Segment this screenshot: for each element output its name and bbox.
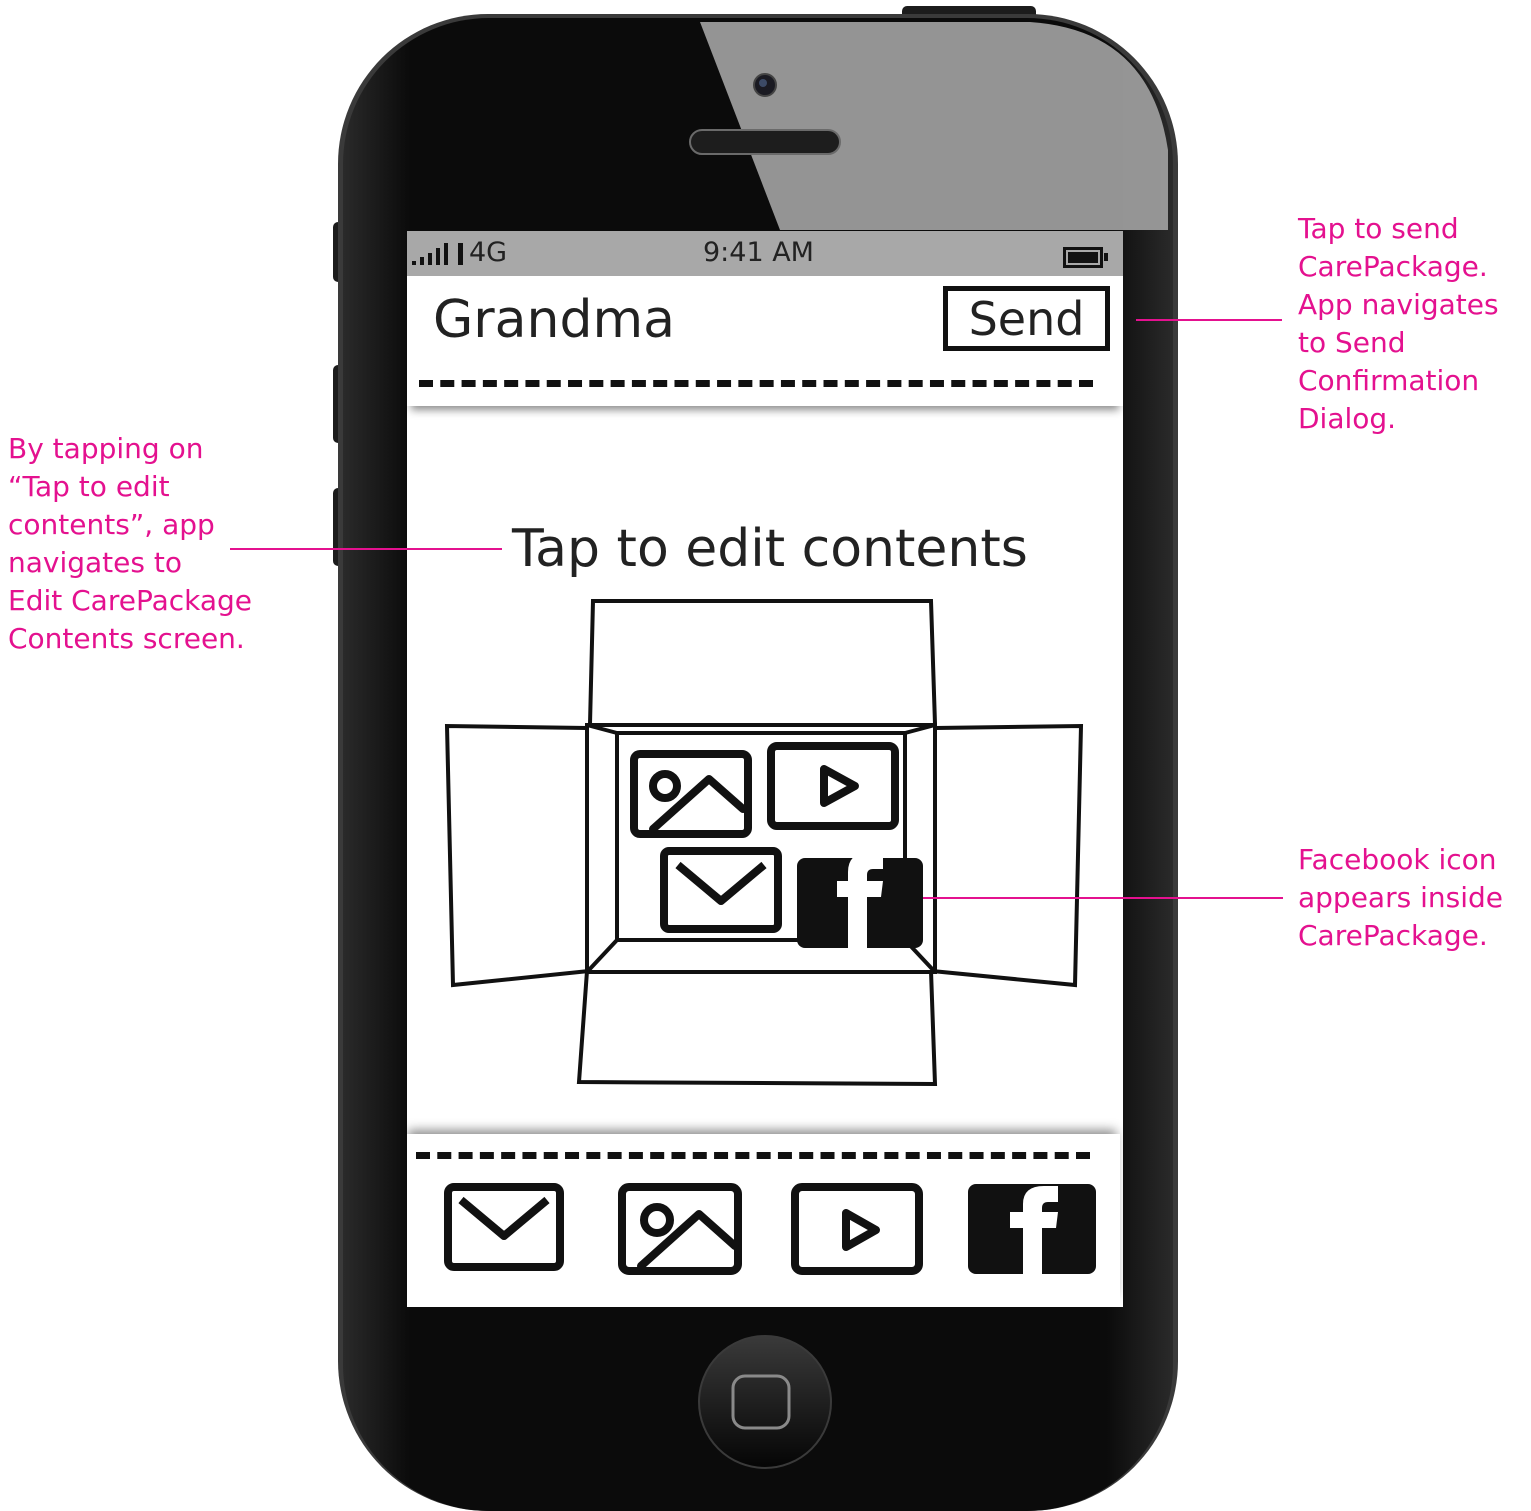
send-leader-line bbox=[1136, 319, 1282, 321]
facebook-annotation: Facebook icon appears inside CarePackage… bbox=[1298, 843, 1503, 952]
send-annotation: Tap to send CarePackage. App navigates t… bbox=[1298, 212, 1499, 435]
facebook-icon bbox=[797, 853, 923, 948]
edit-leader-line bbox=[230, 548, 502, 550]
tray-photo-icon[interactable] bbox=[617, 1182, 745, 1278]
tray-facebook-icon[interactable] bbox=[966, 1182, 1098, 1276]
facebook-leader-line bbox=[923, 897, 1283, 899]
video-icon bbox=[767, 742, 899, 830]
phone-screen: 4G 9:41 AM Grandma Send Tap to edit cont… bbox=[407, 231, 1123, 1307]
mail-icon bbox=[660, 847, 782, 933]
photo-icon bbox=[630, 750, 752, 838]
earpiece bbox=[689, 129, 841, 155]
edit-annotation: By tapping on “Tap to edit contents”, ap… bbox=[8, 432, 253, 655]
home-button[interactable] bbox=[698, 1335, 832, 1469]
tray-divider bbox=[416, 1152, 1090, 1159]
tray-video-icon[interactable] bbox=[790, 1182, 926, 1278]
content-tray bbox=[407, 1134, 1120, 1307]
tray-mail-icon[interactable] bbox=[443, 1182, 567, 1274]
